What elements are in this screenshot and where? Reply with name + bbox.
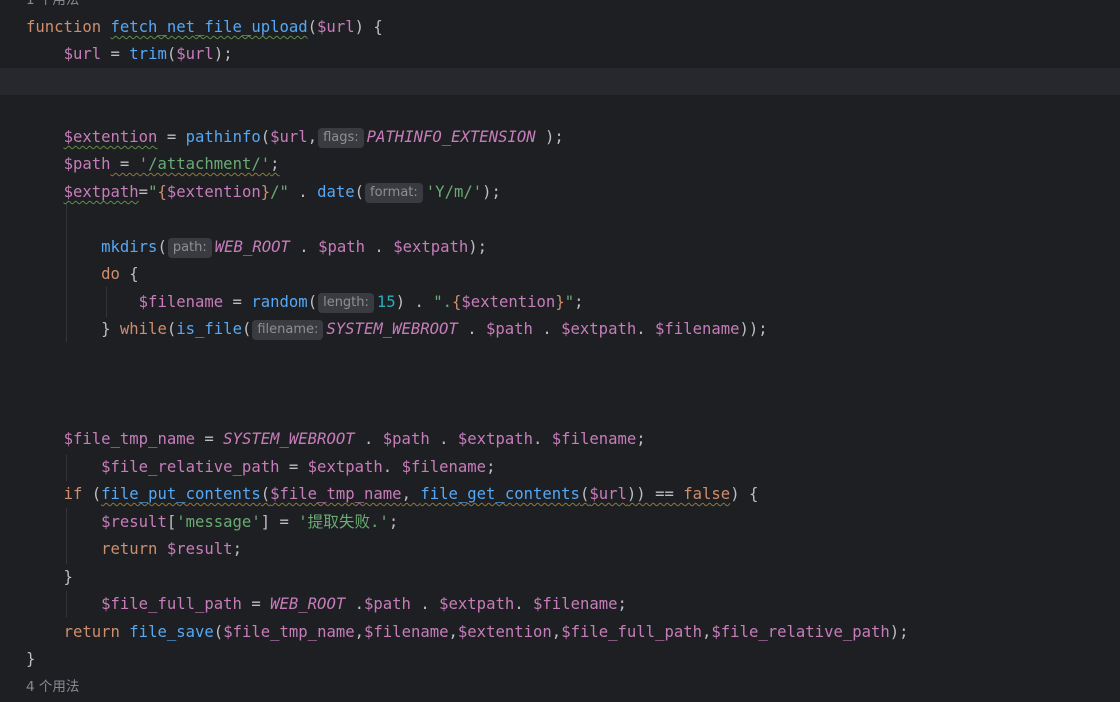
var-extpath: $extpath — [439, 595, 515, 613]
code-line[interactable]: $file_tmp_name = SYSTEM_WEBROOT . $path … — [26, 426, 646, 452]
code-line[interactable]: } — [26, 564, 73, 590]
code-editor[interactable]: 1 个用法 function fetch_net_file_upload($ur… — [0, 0, 1120, 702]
var-extpath: $extpath — [63, 183, 139, 201]
string-attachment: '/attachment/' — [138, 155, 271, 173]
code-line[interactable]: return file_save($file_tmp_name,$filenam… — [26, 619, 909, 645]
code-line[interactable]: function fetch_net_file_upload($url) { — [26, 14, 383, 40]
var-file-full-path: $file_full_path — [561, 623, 703, 641]
code-line[interactable]: if (file_put_contents($file_tmp_name, fi… — [26, 481, 759, 507]
code-line[interactable]: $url = trim($url); — [26, 41, 233, 67]
var-extention: $extention — [63, 128, 158, 146]
var-extpath: $extpath — [307, 458, 383, 476]
var-file-relative-path: $file_relative_path — [101, 458, 280, 476]
code-line[interactable]: $result['message'] = '提取失败.'; — [26, 509, 398, 535]
function-name[interactable]: fetch_net_file_upload — [111, 18, 308, 36]
var-url: $url — [270, 128, 308, 146]
call-pathinfo: pathinfo — [185, 128, 261, 146]
var-filename: $filename — [655, 320, 740, 338]
code-line[interactable]: mkdirs(path: WEB_ROOT . $path . $extpath)… — [26, 234, 487, 260]
keyword-return: return — [63, 623, 120, 641]
call-file-get-contents: file_get_contents — [420, 485, 580, 503]
keyword-return: return — [101, 540, 158, 558]
call-file-put-contents: file_put_contents — [101, 485, 261, 503]
call-random: random — [251, 293, 308, 311]
code-line[interactable]: } while(is_file(filename: SYSTEM_WEBROOT … — [26, 316, 768, 342]
var-extention: $extention — [457, 623, 552, 641]
var-path: $path — [318, 238, 366, 256]
call-file-save: file_save — [129, 623, 214, 641]
interp-extention: $extention — [461, 293, 556, 311]
var-extpath: $extpath — [457, 430, 534, 448]
current-line-highlight — [0, 68, 1120, 95]
call-is-file: is_file — [176, 320, 242, 338]
const-web-root: WEB_ROOT — [214, 238, 290, 256]
param-hint-path: path: — [167, 238, 212, 258]
string-message-key: 'message' — [176, 513, 261, 531]
keyword-false: false — [683, 485, 731, 503]
const-system-webroot: SYSTEM_WEBROOT — [223, 430, 355, 448]
param-hint-filename: filename: — [252, 320, 324, 340]
const-pathinfo-extension: PATHINFO_EXTENSION — [366, 128, 536, 146]
param-hint-length: length: — [318, 293, 374, 313]
var-file-relative-path: $file_relative_path — [711, 623, 890, 641]
var-file-tmp-name: $file_tmp_name — [63, 430, 195, 448]
code-line[interactable]: $filename = random(length: 15) . ".{$exte… — [26, 289, 583, 315]
var-file-tmp-name: $file_tmp_name — [270, 485, 402, 503]
code-line[interactable]: $path = '/attachment/'; — [26, 151, 280, 177]
var-filename: $filename — [364, 623, 449, 641]
param-hint-format: format: — [365, 183, 423, 203]
var-url: $url — [176, 45, 214, 63]
keyword-if: if — [63, 485, 83, 503]
code-line[interactable]: return $result; — [26, 536, 242, 562]
var-file-full-path: $file_full_path — [101, 595, 242, 613]
var-url: $url — [589, 485, 627, 503]
code-line[interactable]: $extention = pathinfo($url, flags: PATHINF… — [26, 124, 564, 150]
call-mkdirs: mkdirs — [101, 238, 158, 256]
var-file-tmp-name: $file_tmp_name — [223, 623, 355, 641]
var-result: $result — [166, 540, 233, 558]
usage-count-bottom[interactable]: 4 个用法 — [26, 677, 79, 697]
keyword-function: function — [26, 18, 102, 36]
code-line[interactable]: $file_relative_path = $extpath. $filenam… — [26, 454, 495, 480]
number-15: 15 — [376, 293, 396, 311]
keyword-while: while — [119, 320, 167, 338]
var-result: $result — [101, 513, 167, 531]
param-url: $url — [317, 18, 355, 36]
var-filename: $filename — [551, 430, 637, 448]
var-url: $url — [63, 45, 102, 63]
string-fail-message: '提取失败.' — [298, 513, 389, 531]
const-web-root: WEB_ROOT — [270, 595, 346, 613]
code-line[interactable]: $extpath="{$extention}/" . date(format: '… — [26, 179, 501, 205]
code-line[interactable]: } — [26, 646, 35, 672]
var-path: $path — [382, 430, 430, 448]
var-filename: $filename — [533, 595, 618, 613]
keyword-do: do — [101, 265, 120, 283]
interp-extention: $extention — [166, 183, 261, 201]
var-path: $path — [486, 320, 533, 338]
param-hint-flags: flags: — [318, 128, 364, 148]
var-extpath: $extpath — [393, 238, 469, 256]
call-date: date — [317, 183, 355, 201]
const-system-webroot: SYSTEM_WEBROOT — [326, 320, 458, 338]
var-path: $path — [63, 155, 111, 173]
string-ymd: 'Y/m/' — [425, 183, 483, 201]
var-filename: $filename — [138, 293, 224, 311]
usage-count-top[interactable]: 1 个用法 — [26, 0, 79, 10]
var-extpath: $extpath — [561, 320, 637, 338]
code-line[interactable]: $file_full_path = WEB_ROOT .$path . $ext… — [26, 591, 627, 617]
call-trim: trim — [129, 45, 167, 63]
code-line[interactable]: do { — [26, 261, 139, 287]
var-filename: $filename — [401, 458, 487, 476]
var-path: $path — [364, 595, 411, 613]
